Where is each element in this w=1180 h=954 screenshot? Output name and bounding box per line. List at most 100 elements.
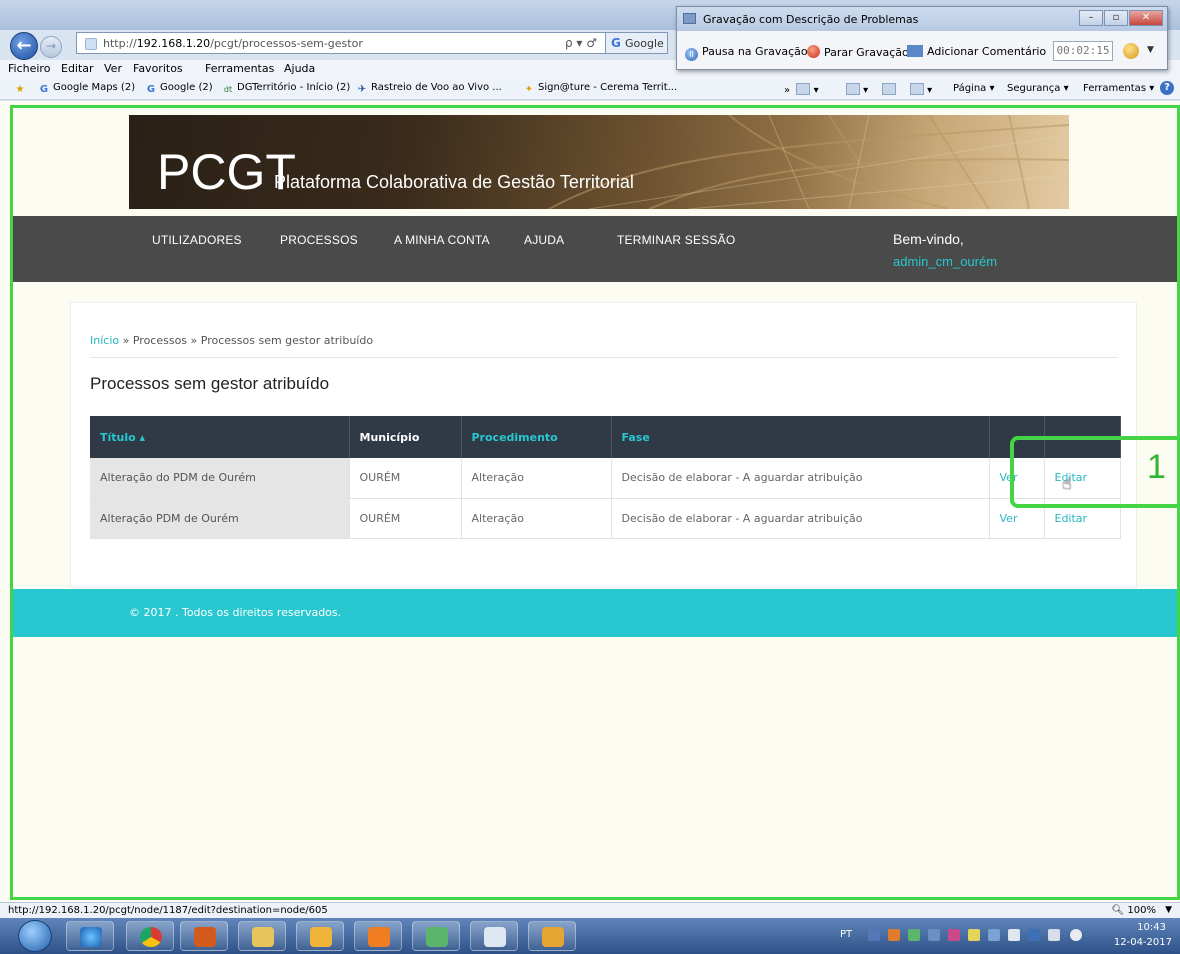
recorder-icon <box>683 13 696 24</box>
column-view <box>989 416 1045 458</box>
cell-procedimento: Alteração <box>461 498 612 539</box>
taskbar-media-icon[interactable] <box>180 921 228 951</box>
welcome-text: Bem-vindo, <box>893 231 964 247</box>
zoom-level[interactable]: 🔍︎ 100% <box>1112 905 1156 916</box>
favorite-dgterritorio[interactable]: dt DGTerritório - Início (2) <box>222 82 350 96</box>
close-button[interactable]: ✕ <box>1129 10 1163 26</box>
google-icon: G <box>146 84 156 95</box>
tray-app-icon[interactable] <box>908 929 920 941</box>
tray-display-icon[interactable] <box>1048 929 1060 941</box>
start-button[interactable] <box>18 920 52 952</box>
column-fase-sort[interactable]: Fase <box>611 416 990 458</box>
column-titulo-sort[interactable]: Título ▴ <box>90 416 350 458</box>
security-menu[interactable]: Segurança ▾ <box>1007 83 1069 94</box>
google-search-tab[interactable]: G Google <box>606 32 668 54</box>
page-title: Processos sem gestor atribuído <box>90 374 330 393</box>
maximize-button[interactable]: ▫ <box>1104 10 1128 26</box>
home-icon[interactable]: » ▾ <box>784 83 819 96</box>
menu-ferramentas[interactable]: Ferramentas <box>205 62 274 75</box>
nav-processos[interactable]: PROCESSOS <box>280 233 358 247</box>
table-row: Alteração do PDM de Ourém OURÉM Alteraçã… <box>90 458 1121 499</box>
comment-icon <box>907 45 923 57</box>
recorder-window: Gravação com Descrição de Problemas – ▫ ✕ … <box>676 6 1168 70</box>
address-bar[interactable]: http://192.168.1.20/pcgt/processos-sem-g… <box>76 32 606 54</box>
back-button[interactable]: ← <box>10 32 38 60</box>
breadcrumb-processos[interactable]: Processos <box>133 334 187 347</box>
taskbar-explorer-icon[interactable] <box>238 921 286 951</box>
add-comment-button[interactable]: Adicionar Comentário <box>907 45 1046 58</box>
breadcrumb-home-link[interactable]: Início <box>90 334 119 347</box>
tray-app-icon[interactable] <box>868 929 880 941</box>
footer-copyright: © 2017 . Todos os direitos reservados. <box>129 606 342 619</box>
feeds-icon[interactable]: ▾ <box>846 83 868 96</box>
column-procedimento-sort[interactable]: Procedimento <box>461 416 612 458</box>
tray-arrow-icon[interactable] <box>1008 929 1020 941</box>
clock-time[interactable]: 10:43 <box>1137 922 1166 933</box>
favorite-google[interactable]: G Google (2) <box>145 82 213 96</box>
page-viewport: PCGT Plataforma Colaborativa de Gestão T… <box>0 101 1180 902</box>
recorder-help-icon[interactable] <box>1123 43 1139 59</box>
tray-app-icon[interactable] <box>928 929 940 941</box>
table-header-row: Título ▴ Município Procedimento Fase <box>90 416 1121 458</box>
favorite-google-maps[interactable]: G Google Maps (2) <box>38 82 135 96</box>
menu-ficheiro[interactable]: Ficheiro <box>8 62 50 75</box>
cell-title: Alteração PDM de Ourém <box>90 498 350 539</box>
taskbar-outlook-icon[interactable] <box>296 921 344 951</box>
recording-timer: 00:02:15 <box>1053 41 1113 61</box>
minimize-button[interactable]: – <box>1079 10 1103 26</box>
dgt-icon: dt <box>223 85 233 94</box>
tray-mail-icon[interactable] <box>968 929 980 941</box>
clock-date[interactable]: 12-04-2017 <box>1114 937 1172 948</box>
nav-minha-conta[interactable]: A MINHA CONTA <box>394 233 490 247</box>
address-search-refresh-icons[interactable]: ρ ▾ ♂ <box>565 36 597 50</box>
nav-ajuda[interactable]: AJUDA <box>524 233 564 247</box>
tray-shield-icon[interactable] <box>948 929 960 941</box>
taskbar-maps-icon[interactable] <box>412 921 460 951</box>
menu-favoritos[interactable]: Favoritos <box>133 62 183 75</box>
tray-network-icon[interactable] <box>1028 929 1040 941</box>
menu-ajuda[interactable]: Ajuda <box>284 62 315 75</box>
forward-button[interactable]: → <box>40 36 62 58</box>
page-menu[interactable]: Página ▾ <box>953 83 995 94</box>
tray-app-icon[interactable] <box>988 929 1000 941</box>
pause-recording-button[interactable]: II Pausa na Gravação <box>685 45 808 61</box>
taskbar-recorder-icon[interactable] <box>470 921 518 951</box>
taskbar-ie-icon[interactable] <box>66 921 114 951</box>
tray-app-icon[interactable] <box>888 929 900 941</box>
username-link[interactable]: admin_cm_ourém <box>893 254 997 269</box>
tools-menu[interactable]: Ferramentas ▾ <box>1083 83 1154 94</box>
recorder-dropdown-arrow-icon[interactable]: ▼ <box>1147 45 1154 55</box>
favorites-star-icon[interactable]: ★ <box>14 82 29 96</box>
nav-utilizadores[interactable]: UTILIZADORES <box>152 233 242 247</box>
windows-taskbar: PT 10:43 12-04-2017 <box>0 918 1180 954</box>
signature-icon: ✦ <box>524 84 534 95</box>
divider <box>90 357 1118 358</box>
mail-icon[interactable] <box>882 83 896 96</box>
callout-number: 1 <box>1147 448 1166 486</box>
help-icon[interactable]: ? <box>1160 81 1174 95</box>
taskbar-app-icon[interactable] <box>354 921 402 951</box>
view-link[interactable]: Ver <box>989 458 1045 499</box>
favorite-rastreio-voo[interactable]: ✈ Rastreio de Voo ao Vivo ... <box>356 82 502 96</box>
favorite-signature[interactable]: ✦ Sign@ture - Cerema Territ... <box>523 82 677 96</box>
volume-icon[interactable] <box>1070 929 1082 941</box>
address-url: http://192.168.1.20/pcgt/processos-sem-g… <box>103 37 363 50</box>
taskbar-chrome-icon[interactable] <box>126 921 174 951</box>
menu-editar[interactable]: Editar <box>61 62 94 75</box>
zoom-dropdown-icon[interactable]: ▼ <box>1165 905 1172 915</box>
view-link[interactable]: Ver <box>989 498 1045 539</box>
language-indicator[interactable]: PT <box>840 929 852 940</box>
content-card: Início » Processos » Processos sem gesto… <box>70 302 1137 588</box>
table-row: Alteração PDM de Ourém OURÉM Alteração D… <box>90 498 1121 539</box>
nav-terminar-sessao[interactable]: TERMINAR SESSÃO <box>617 233 735 247</box>
taskbar-folder-icon[interactable] <box>528 921 576 951</box>
edit-link[interactable]: Editar <box>1044 498 1121 539</box>
print-icon[interactable]: ▾ <box>910 83 932 96</box>
site-logo-subtitle: Plataforma Colaborativa de Gestão Territ… <box>274 172 634 192</box>
cell-title: Alteração do PDM de Ourém <box>90 458 350 499</box>
edit-link[interactable]: Editar <box>1044 458 1121 499</box>
pause-icon: II <box>685 48 698 61</box>
stop-recording-button[interactable]: Parar Gravação <box>807 45 909 59</box>
menu-ver[interactable]: Ver <box>104 62 122 75</box>
google-icon: G <box>611 36 621 50</box>
